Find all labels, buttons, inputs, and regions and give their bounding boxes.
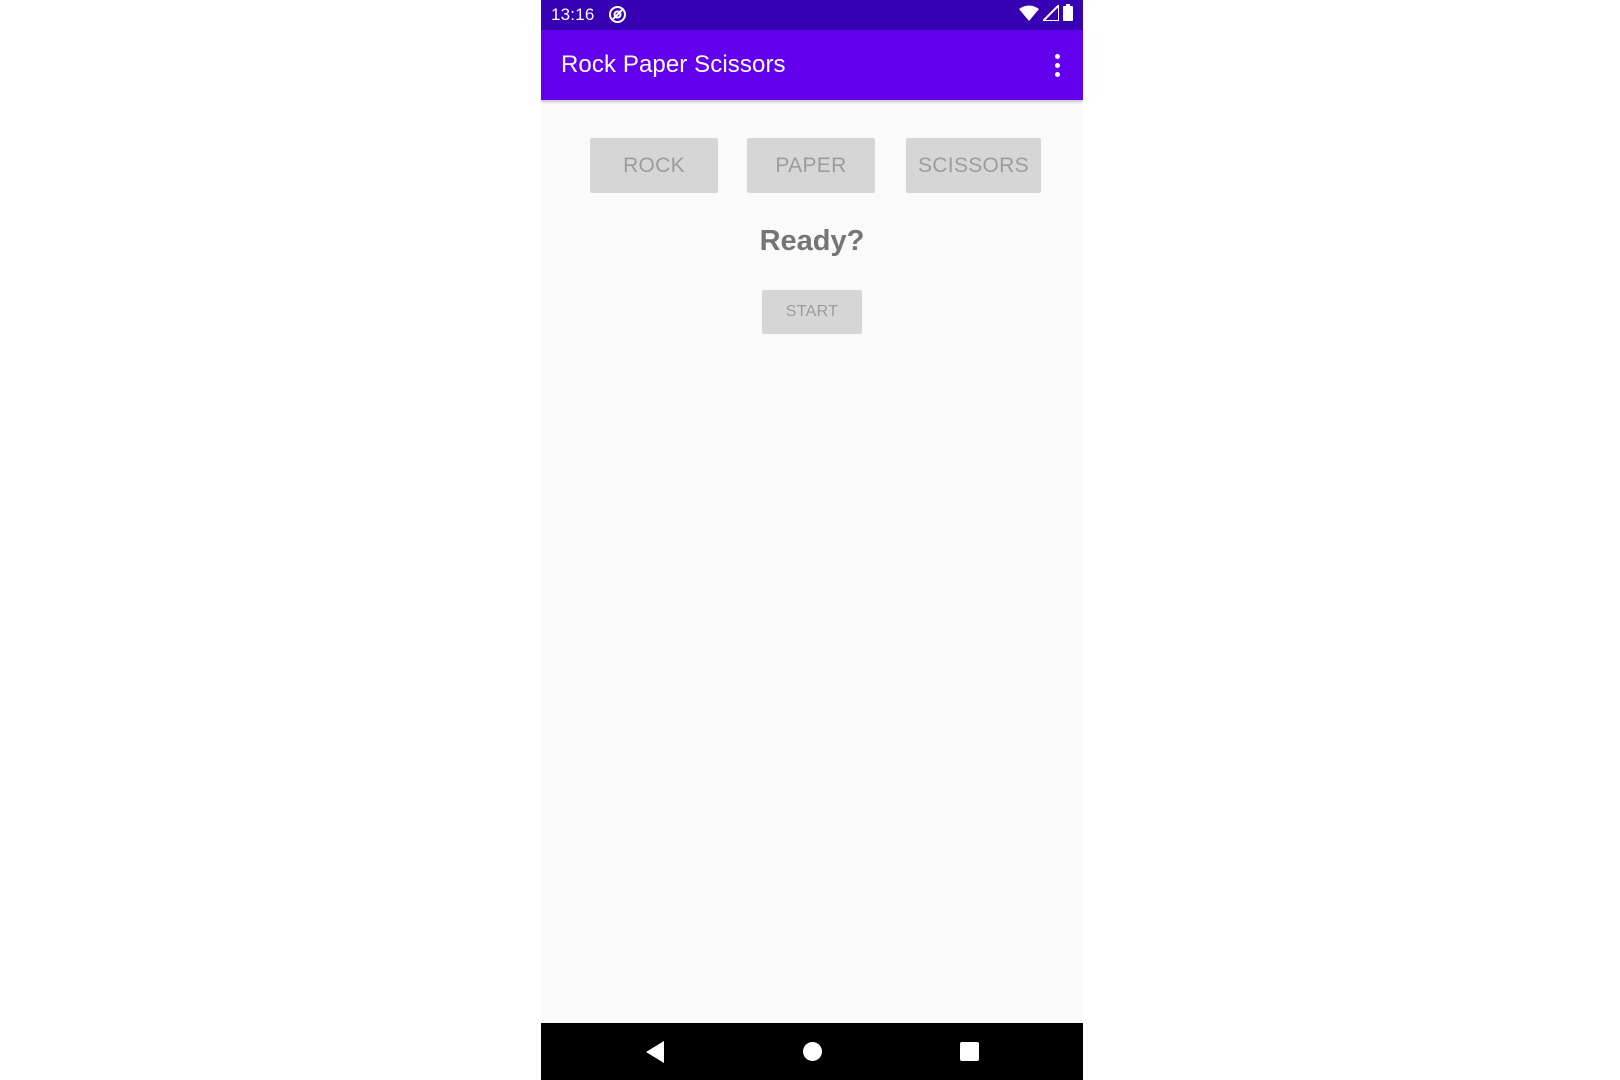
recents-icon[interactable] (960, 1042, 979, 1061)
more-vert-dot (1054, 53, 1060, 59)
at-sign-icon (608, 5, 627, 24)
paper-button[interactable]: PAPER (747, 138, 875, 193)
scissors-button[interactable]: SCISSORS (906, 138, 1041, 193)
signal-icon (1040, 2, 1060, 26)
home-icon[interactable] (803, 1042, 822, 1061)
navigation-bar (541, 1023, 1083, 1080)
phone-screen: 13:16 Rock Paper Scissors ROCK PAPER SCI… (541, 0, 1083, 1080)
start-button[interactable]: START (762, 290, 862, 334)
status-bar: 13:16 (541, 0, 1083, 30)
back-icon[interactable] (644, 1040, 666, 1064)
more-vert-dot (1054, 62, 1060, 68)
app-bar: Rock Paper Scissors (541, 30, 1083, 100)
app-title: Rock Paper Scissors (561, 51, 786, 78)
status-time: 13:16 (551, 5, 595, 24)
battery-icon (1063, 4, 1073, 26)
rock-button[interactable]: ROCK (590, 138, 718, 193)
more-vert-dot (1054, 71, 1060, 77)
game-status-text: Ready? (759, 225, 865, 257)
wifi-icon (1019, 5, 1039, 26)
status-icons (1019, 2, 1073, 26)
more-vert-icon[interactable] (1041, 47, 1073, 83)
